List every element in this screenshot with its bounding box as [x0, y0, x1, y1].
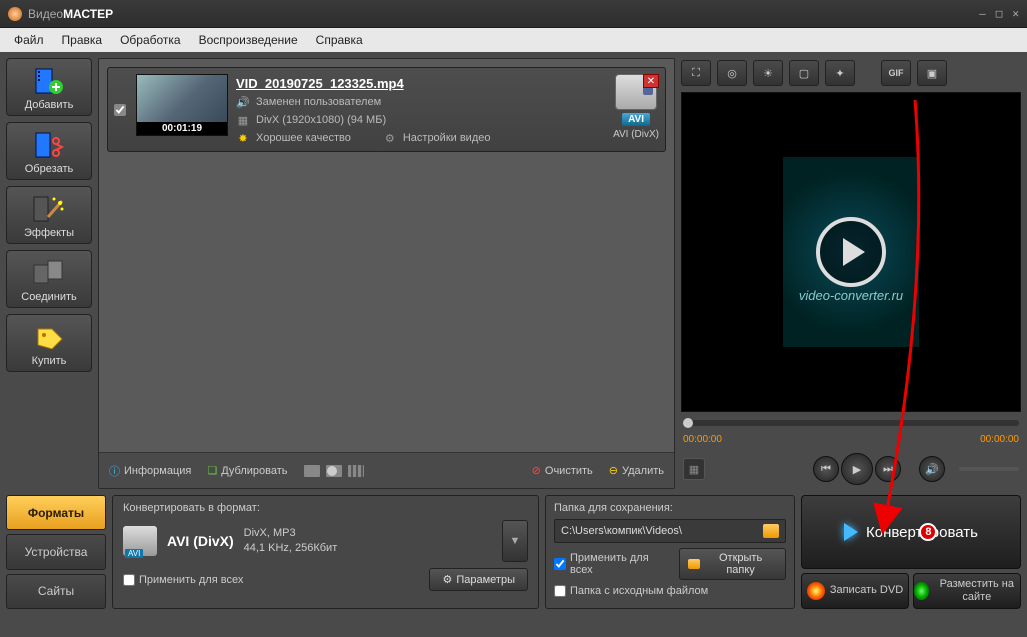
file-item[interactable]: 00:01:19 VID_20190725_123325.mp4 🔊 Замене…: [107, 67, 666, 152]
video-settings-link[interactable]: Настройки видео: [403, 132, 491, 144]
gear-icon: ⚙: [442, 573, 452, 586]
duplicate-button[interactable]: ❏Дублировать: [207, 464, 287, 477]
audio-icon: 🔊: [236, 95, 250, 109]
buy-button[interactable]: Купить: [6, 314, 92, 372]
volume-slider[interactable]: [959, 467, 1019, 471]
speed-tool-button[interactable]: ✦: [825, 60, 855, 86]
burn-dvd-button[interactable]: Записать DVD: [801, 573, 909, 609]
frame-tool-button[interactable]: ▢: [789, 60, 819, 86]
annotation-marker: 8: [919, 523, 937, 541]
audio-note: Заменен пользователем: [256, 96, 381, 108]
next-button[interactable]: ⏭: [875, 456, 901, 482]
play-overlay-icon[interactable]: [816, 217, 886, 287]
menu-play[interactable]: Воспроизведение: [191, 30, 306, 50]
prev-button[interactable]: ⏮: [813, 456, 839, 482]
preview-area[interactable]: video-converter.ru: [681, 92, 1021, 412]
crop-tool-button[interactable]: ⛶: [681, 60, 711, 86]
file-name[interactable]: VID_20190725_123325.mp4: [236, 76, 605, 91]
volume-button[interactable]: 🔊: [919, 456, 945, 482]
remove-file-button[interactable]: ✕: [643, 74, 659, 88]
tab-formats[interactable]: Форматы: [6, 495, 106, 530]
format-header: Конвертировать в формат:: [123, 502, 528, 514]
fullscreen-tool-button[interactable]: ▣: [917, 60, 947, 86]
view-grid-icon[interactable]: [348, 465, 364, 477]
save-header: Папка для сохранения:: [554, 502, 786, 514]
menu-process[interactable]: Обработка: [112, 30, 189, 50]
scissors-film-icon: [29, 129, 69, 161]
open-folder-button[interactable]: Открыть папку: [679, 548, 786, 580]
add-button[interactable]: Добавить: [6, 58, 92, 116]
join-film-icon: [29, 257, 69, 289]
view-toggle[interactable]: [326, 465, 342, 477]
file-checkbox[interactable]: [114, 104, 126, 116]
source-folder-checkbox[interactable]: Папка с исходным файлом: [554, 585, 786, 597]
menu-file[interactable]: Файл: [6, 30, 52, 50]
gif-tool-button[interactable]: GIF: [881, 60, 911, 86]
magic-wand-icon: [29, 193, 69, 225]
seek-bar[interactable]: [683, 420, 1019, 426]
film-icon: ▦: [236, 113, 250, 127]
publish-button[interactable]: Разместить на сайте: [913, 573, 1021, 609]
preview-watermark: video-converter.ru: [799, 288, 903, 303]
menu-help[interactable]: Справка: [308, 30, 371, 50]
tab-devices[interactable]: Устройства: [6, 534, 106, 569]
duration-label: 00:01:19: [137, 122, 227, 135]
tab-sites[interactable]: Сайты: [6, 574, 106, 609]
format-apply-all-checkbox[interactable]: Применить для всех: [123, 574, 243, 586]
delete-button[interactable]: ⊖Удалить: [609, 464, 664, 477]
brightness-tool-button[interactable]: ☀: [753, 60, 783, 86]
save-path-field[interactable]: C:\Users\компик\Videos\: [554, 519, 786, 543]
maximize-button[interactable]: □: [996, 7, 1003, 20]
convert-arrow-icon: [844, 523, 858, 541]
dvd-icon: [807, 582, 825, 600]
format-dropdown-button[interactable]: ▼: [502, 520, 528, 562]
file-thumbnail: 00:01:19: [136, 74, 228, 136]
menu-edit[interactable]: Правка: [54, 30, 111, 50]
format-name: AVI (DivX): [167, 533, 234, 549]
minimize-button[interactable]: —: [979, 7, 986, 20]
play-button[interactable]: ▶: [841, 453, 873, 485]
info-button[interactable]: ⓘИнформация: [109, 463, 191, 479]
view-list-icon[interactable]: [304, 465, 320, 477]
format-icon: AVI: [123, 526, 157, 556]
close-button[interactable]: ✕: [1012, 7, 1019, 20]
parameters-button[interactable]: ⚙Параметры: [429, 568, 528, 591]
menu-bar: Файл Правка Обработка Воспроизведение Сп…: [0, 28, 1027, 52]
quality-star-icon: ✸: [236, 131, 250, 145]
gear-icon: ⚙: [383, 131, 397, 145]
app-logo-icon: [8, 7, 22, 21]
join-button[interactable]: Соединить: [6, 250, 92, 308]
price-tag-icon: [29, 321, 69, 353]
folder-icon[interactable]: [763, 524, 779, 538]
globe-icon: [914, 582, 929, 600]
convert-button[interactable]: Конвертировать 8: [801, 495, 1021, 569]
effects-button[interactable]: Эффекты: [6, 186, 92, 244]
time-current: 00:00:00: [683, 434, 722, 445]
trim-button[interactable]: Обрезать: [6, 122, 92, 180]
time-total: 00:00:00: [980, 434, 1019, 445]
rotate-tool-button[interactable]: ◎: [717, 60, 747, 86]
save-apply-all-checkbox[interactable]: Применить для всех: [554, 552, 671, 576]
app-title: ВидеоМАСТЕР: [28, 7, 113, 21]
snapshot-button[interactable]: ▦: [683, 458, 705, 480]
quality-label: Хорошее качество: [256, 132, 351, 144]
format-info: DivX (1920x1080) (94 МБ): [256, 114, 386, 126]
clear-button[interactable]: ⊘Очистить: [532, 464, 593, 477]
format-details: DivX, MP3 44,1 KHz, 256Кбит: [244, 526, 338, 557]
add-film-icon: [29, 65, 69, 97]
view-mode-switcher[interactable]: [304, 465, 364, 477]
